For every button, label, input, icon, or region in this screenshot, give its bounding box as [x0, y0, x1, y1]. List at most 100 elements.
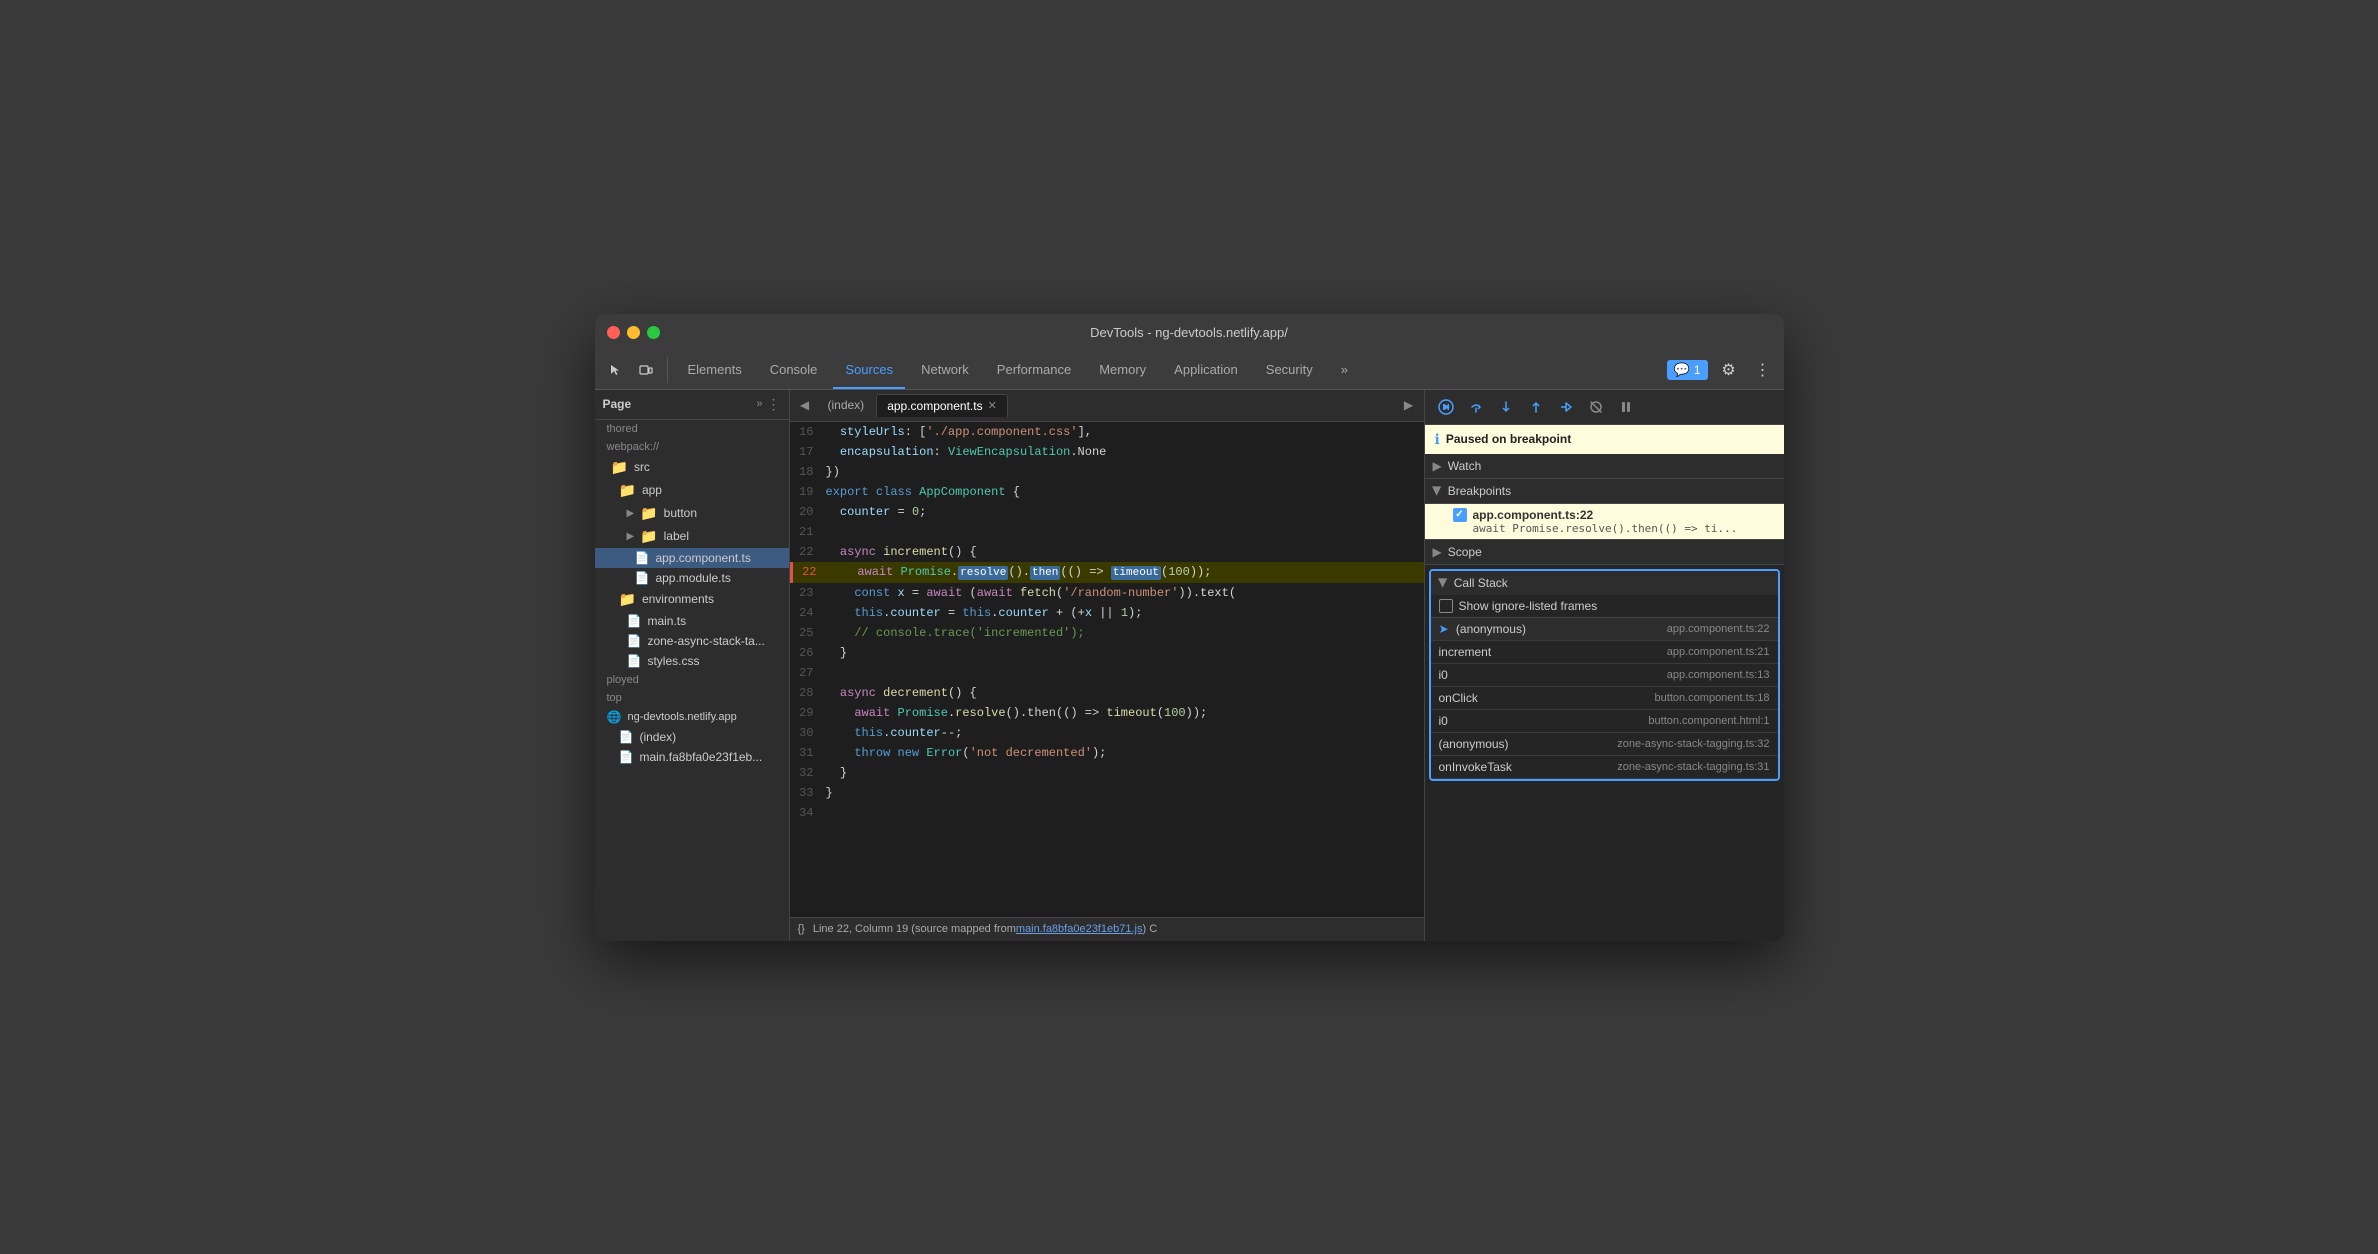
close-tab-icon[interactable]: ✕ — [988, 399, 997, 412]
tab-network[interactable]: Network — [909, 352, 981, 389]
sidebar-item-button[interactable]: ▶ 📁 button — [595, 502, 789, 525]
sidebar-item-netlify[interactable]: 🌐 ng-devtools.netlify.app — [595, 707, 789, 727]
code-line: 32 } — [790, 763, 1424, 783]
globe-icon: 🌐 — [607, 710, 622, 724]
code-tabs: ◀ (index) app.component.ts ✕ ▶ — [790, 390, 1424, 422]
more-tabs-button[interactable]: » — [1329, 352, 1360, 389]
main-area: Page » ⋮ thored webpack:// 📁 src 📁 app ▶… — [595, 390, 1784, 941]
code-line: 19 export class AppComponent { — [790, 482, 1424, 502]
tab-elements[interactable]: Elements — [676, 352, 754, 389]
code-line: 29 await Promise.resolve().then(() => ti… — [790, 703, 1424, 723]
sidebar-menu-icon[interactable]: ⋮ — [767, 396, 781, 413]
folder-icon: 📁 — [619, 591, 636, 608]
more-options-icon[interactable]: ⋮ — [1750, 357, 1776, 383]
stack-frame-oninvoketask[interactable]: onInvokeTask zone-async-stack-tagging.ts… — [1431, 756, 1778, 779]
format-button[interactable]: {} — [798, 923, 805, 935]
next-tab-button[interactable]: ▶ — [1398, 394, 1420, 416]
folder-icon: 📁 — [611, 459, 628, 476]
stack-frame-anonymous-2[interactable]: (anonymous) zone-async-stack-tagging.ts:… — [1431, 733, 1778, 756]
tab-memory[interactable]: Memory — [1087, 352, 1158, 389]
tab-sources[interactable]: Sources — [833, 352, 905, 389]
sidebar-item-src[interactable]: 📁 src — [595, 456, 789, 479]
sidebar-item-environments[interactable]: 📁 environments — [595, 588, 789, 611]
step-into-button[interactable] — [1493, 394, 1519, 420]
stack-frame-anonymous[interactable]: ➤ (anonymous) app.component.ts:22 — [1431, 618, 1778, 641]
chevron-down-icon: ▶ — [1436, 578, 1450, 587]
step-button[interactable] — [1553, 394, 1579, 420]
folder-icon: 📁 — [640, 505, 657, 522]
code-line: 33 } — [790, 783, 1424, 803]
ignore-frames-checkbox[interactable] — [1439, 599, 1453, 613]
call-stack-section: ▶ Call Stack Show ignore-listed frames ➤… — [1429, 569, 1780, 781]
sidebar-item-zone-async[interactable]: 📄 zone-async-stack-ta... — [595, 631, 789, 651]
sidebar-item-styles-css[interactable]: 📄 styles.css — [595, 651, 789, 671]
tab-index[interactable]: (index) — [818, 394, 875, 416]
traffic-lights — [607, 326, 660, 339]
tab-performance[interactable]: Performance — [985, 352, 1083, 389]
deactivate-breakpoints-button[interactable] — [1583, 394, 1609, 420]
prev-tab-button[interactable]: ◀ — [794, 394, 816, 416]
pause-on-exceptions-button[interactable] — [1613, 394, 1639, 420]
call-stack-header[interactable]: ▶ Call Stack — [1431, 571, 1778, 595]
toolbar-right: 💬 1 ⚙ ⋮ — [1667, 357, 1776, 383]
typescript-file-icon: 📄 — [635, 551, 650, 565]
breakpoint-file: app.component.ts:22 — [1473, 508, 1594, 522]
code-line: 25 // console.trace('incremented'); — [790, 623, 1424, 643]
stack-frame-onclick[interactable]: onClick button.component.ts:18 — [1431, 687, 1778, 710]
sidebar-item-label[interactable]: ▶ 📁 label — [595, 525, 789, 548]
minimize-button[interactable] — [627, 326, 640, 339]
stack-frame-i0-1[interactable]: i0 app.component.ts:13 — [1431, 664, 1778, 687]
close-button[interactable] — [607, 326, 620, 339]
file-sidebar: Page » ⋮ thored webpack:// 📁 src 📁 app ▶… — [595, 390, 790, 941]
maximize-button[interactable] — [647, 326, 660, 339]
folder-icon: 📁 — [640, 528, 657, 545]
code-line: 24 this.counter = this.counter + (+x || … — [790, 603, 1424, 623]
tab-security[interactable]: Security — [1254, 352, 1325, 389]
code-line: 16 styleUrls: ['./app.component.css'], — [790, 422, 1424, 442]
code-line: 18 }) — [790, 462, 1424, 482]
chevron-right-icon: ▶ — [627, 508, 635, 519]
typescript-file-icon: 📄 — [627, 614, 642, 628]
sidebar-item-app[interactable]: 📁 app — [595, 479, 789, 502]
notifications-badge[interactable]: 💬 1 — [1667, 360, 1708, 380]
tab-app-component-ts[interactable]: app.component.ts ✕ — [876, 394, 1008, 417]
code-line: 31 throw new Error('not decremented'); — [790, 743, 1424, 763]
sidebar-item-webpack[interactable]: webpack:// — [595, 438, 789, 456]
sidebar-item-ployed: ployed — [595, 671, 789, 689]
settings-icon[interactable]: ⚙ — [1716, 357, 1742, 383]
tab-application[interactable]: Application — [1162, 352, 1250, 389]
select-element-icon[interactable] — [603, 357, 629, 383]
sidebar-item-main-ts[interactable]: 📄 main.ts — [595, 611, 789, 631]
watch-section-header[interactable]: ▶ Watch — [1425, 454, 1784, 479]
paused-text: Paused on breakpoint — [1446, 432, 1571, 446]
source-map-link[interactable]: main.fa8bfa0e23f1eb71.js — [1016, 923, 1143, 935]
breakpoint-checkbox[interactable]: ✓ — [1453, 508, 1467, 522]
toolbar: Elements Console Sources Network Perform… — [595, 352, 1784, 390]
typescript-file-icon: 📄 — [635, 571, 650, 585]
devtools-window: DevTools - ng-devtools.netlify.app/ Elem… — [595, 314, 1784, 941]
status-bar: {} Line 22, Column 19 (source mapped fro… — [790, 917, 1424, 941]
stack-frame-increment[interactable]: increment app.component.ts:21 — [1431, 641, 1778, 664]
tab-console[interactable]: Console — [758, 352, 830, 389]
sidebar-item-index[interactable]: 📄 (index) — [595, 727, 789, 747]
sidebar-more-icon[interactable]: » — [756, 398, 762, 410]
folder-icon: 📁 — [619, 482, 636, 499]
resume-button[interactable] — [1433, 394, 1459, 420]
chevron-right-icon: ▶ — [627, 531, 635, 542]
code-line: 23 const x = await (await fetch('/random… — [790, 583, 1424, 603]
step-out-button[interactable] — [1523, 394, 1549, 420]
scope-section-header[interactable]: ▶ Scope — [1425, 540, 1784, 565]
sidebar-item-app-module-ts[interactable]: 📄 app.module.ts — [595, 568, 789, 588]
window-title: DevTools - ng-devtools.netlify.app/ — [1090, 325, 1288, 340]
sidebar-item-app-component-ts[interactable]: 📄 app.component.ts — [595, 548, 789, 568]
info-icon: ℹ — [1435, 431, 1440, 448]
breakpoint-item[interactable]: ✓ app.component.ts:22 await Promise.reso… — [1425, 504, 1784, 539]
stack-frame-i0-2[interactable]: i0 button.component.html:1 — [1431, 710, 1778, 733]
code-line: 17 encapsulation: ViewEncapsulation.None — [790, 442, 1424, 462]
step-over-button[interactable] — [1463, 394, 1489, 420]
breakpoints-section-header[interactable]: ▶ Breakpoints — [1425, 479, 1784, 504]
sidebar-item-main-js[interactable]: 📄 main.fa8bfa0e23f1eb... — [595, 747, 789, 767]
css-file-icon: 📄 — [627, 654, 642, 668]
tool-icons — [603, 357, 668, 383]
device-toolbar-icon[interactable] — [633, 357, 659, 383]
